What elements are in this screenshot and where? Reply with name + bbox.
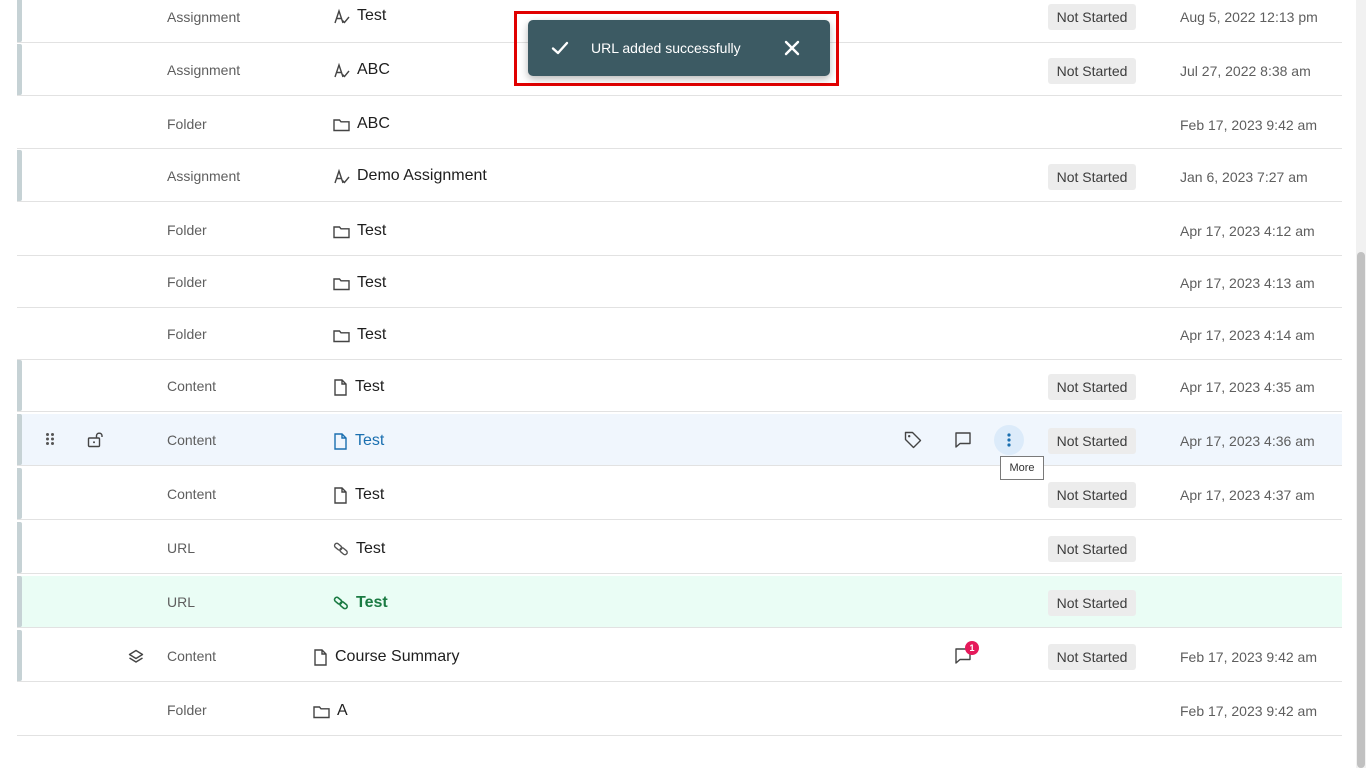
- row-title[interactable]: Test: [333, 432, 384, 450]
- status-badge: Not Started: [1048, 164, 1136, 190]
- list-row-content-test-hovered[interactable]: Content Test Not Started Apr 17, 2023 4:…: [17, 414, 1342, 466]
- more-vertical-icon[interactable]: [994, 425, 1024, 455]
- link-icon: [333, 542, 348, 556]
- row-title[interactable]: Test: [333, 540, 385, 558]
- folder-icon: [313, 705, 330, 718]
- folder-icon: [333, 118, 350, 131]
- folder-icon: [333, 277, 350, 290]
- drag-handle-icon[interactable]: [45, 432, 55, 446]
- row-date: Feb 17, 2023 9:42 am: [1180, 649, 1317, 665]
- list-row-folder-a[interactable]: Folder A Feb 17, 2023 9:42 am: [17, 684, 1342, 736]
- list-row-folder-test-1[interactable]: Folder Test Apr 17, 2023 4:12 am: [17, 204, 1342, 256]
- more-tooltip: More: [1000, 456, 1044, 480]
- row-title[interactable]: ABC: [333, 115, 390, 133]
- row-type: Folder: [167, 116, 207, 132]
- row-title[interactable]: Test: [333, 326, 386, 344]
- row-date: Apr 17, 2023 4:12 am: [1180, 223, 1315, 239]
- status-badge: Not Started: [1048, 428, 1136, 454]
- scrollbar-thumb[interactable]: [1357, 252, 1365, 768]
- comment-icon[interactable]: 1: [954, 641, 979, 665]
- assignment-icon: [334, 8, 350, 24]
- status-badge: Not Started: [1048, 644, 1136, 670]
- vertical-scrollbar[interactable]: [1356, 0, 1366, 768]
- close-icon[interactable]: [782, 38, 802, 63]
- row-type: Content: [167, 432, 217, 448]
- check-icon: [550, 38, 570, 63]
- folder-icon: [333, 329, 350, 342]
- status-badge: Not Started: [1048, 58, 1136, 84]
- toast-message: URL added successfully: [591, 40, 741, 56]
- row-title[interactable]: Test: [333, 486, 384, 504]
- row-date: Jan 6, 2023 7:27 am: [1180, 169, 1308, 185]
- row-type: Content: [167, 378, 217, 394]
- assignment-icon: [334, 62, 350, 78]
- list-row-content-test-1[interactable]: Content Test Not Started Apr 17, 2023 4:…: [17, 360, 1342, 412]
- row-title[interactable]: Test: [333, 274, 386, 292]
- tag-icon[interactable]: [904, 431, 922, 449]
- status-badge: Not Started: [1048, 536, 1136, 562]
- row-type: Folder: [167, 222, 207, 238]
- status-badge: Not Started: [1048, 374, 1136, 400]
- row-title[interactable]: Test: [333, 7, 386, 25]
- list-row-content-test-3[interactable]: Content Test Not Started Apr 17, 2023 4:…: [17, 468, 1342, 520]
- row-date: Apr 17, 2023 4:14 am: [1180, 327, 1315, 343]
- document-icon: [334, 378, 347, 396]
- row-date: Apr 17, 2023 4:36 am: [1180, 433, 1315, 449]
- row-type: Assignment: [167, 62, 241, 78]
- status-badge: Not Started: [1048, 482, 1136, 508]
- assignment-icon: [334, 168, 350, 184]
- document-icon: [334, 432, 347, 450]
- row-title[interactable]: Test: [333, 222, 386, 240]
- row-type: Folder: [167, 274, 207, 290]
- list-row-folder-abc[interactable]: Folder ABC Feb 17, 2023 9:42 am: [17, 97, 1342, 149]
- folder-icon: [333, 225, 350, 238]
- row-type: Folder: [167, 702, 207, 718]
- toast-notification: URL added successfully: [528, 20, 830, 76]
- row-date: Apr 17, 2023 4:37 am: [1180, 487, 1315, 503]
- row-type: URL: [167, 540, 196, 556]
- row-title[interactable]: A: [313, 702, 348, 720]
- row-title[interactable]: Demo Assignment: [333, 167, 487, 185]
- row-date: Jul 27, 2022 8:38 am: [1180, 63, 1311, 79]
- document-icon: [314, 648, 327, 666]
- comment-count-badge: 1: [965, 641, 979, 655]
- row-date: Apr 17, 2023 4:13 am: [1180, 275, 1315, 291]
- list-row-url-test-1[interactable]: URL Test Not Started: [17, 522, 1342, 574]
- status-badge: Not Started: [1048, 590, 1136, 616]
- document-icon: [334, 486, 347, 504]
- row-type: Content: [167, 486, 217, 502]
- list-row-url-test-new[interactable]: URL Test Not Started: [17, 576, 1342, 628]
- row-date: Apr 17, 2023 4:35 am: [1180, 379, 1315, 395]
- row-title[interactable]: ABC: [333, 61, 390, 79]
- list-row-assignment-demo[interactable]: Assignment Demo Assignment Not Started J…: [17, 150, 1342, 202]
- row-type: Assignment: [167, 168, 241, 184]
- row-type: Assignment: [167, 9, 241, 25]
- link-icon: [333, 596, 348, 610]
- row-date: Feb 17, 2023 9:42 am: [1180, 117, 1317, 133]
- comment-icon[interactable]: [954, 431, 972, 449]
- list-row-folder-test-2[interactable]: Folder Test Apr 17, 2023 4:13 am: [17, 256, 1342, 308]
- row-type: Content: [167, 648, 217, 664]
- row-title[interactable]: Test: [333, 378, 384, 396]
- row-title[interactable]: Test: [333, 594, 388, 612]
- unlock-icon[interactable]: [87, 431, 104, 448]
- list-row-content-course-summary[interactable]: Content Course Summary 1 Not Started Feb…: [17, 630, 1342, 682]
- status-badge: Not Started: [1048, 4, 1136, 30]
- row-date: Feb 17, 2023 9:42 am: [1180, 703, 1317, 719]
- row-title[interactable]: Course Summary: [313, 648, 459, 666]
- list-row-folder-test-3[interactable]: Folder Test Apr 17, 2023 4:14 am: [17, 308, 1342, 360]
- row-type: URL: [167, 594, 196, 610]
- row-type: Folder: [167, 326, 207, 342]
- layers-icon[interactable]: [128, 649, 144, 665]
- row-date: Aug 5, 2022 12:13 pm: [1180, 9, 1318, 25]
